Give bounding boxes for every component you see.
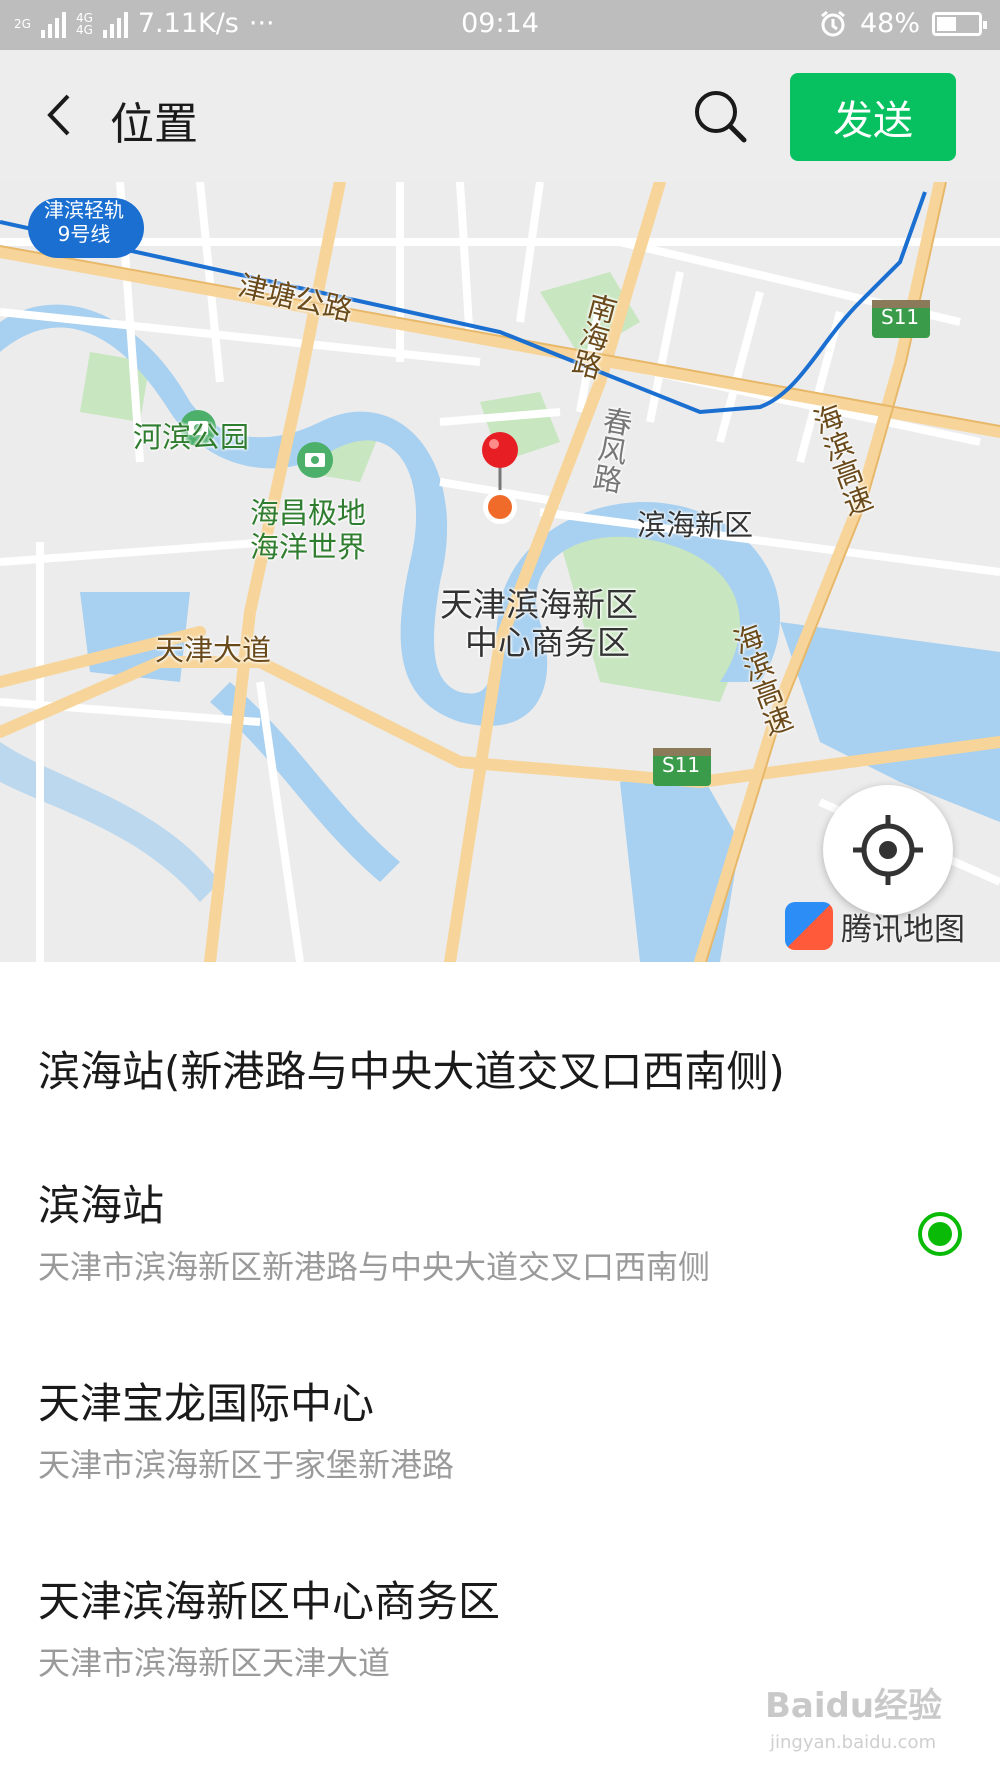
map-label-haichang-2: 海洋世界 bbox=[250, 530, 367, 564]
status-right: 48% bbox=[818, 8, 987, 39]
map-label-binhai-district: 滨海新区 bbox=[637, 508, 754, 542]
send-button[interactable]: 发送 bbox=[790, 73, 956, 161]
watermark: Baidu经验 bbox=[765, 1686, 943, 1726]
map-brand-label: 腾讯地图 bbox=[841, 911, 965, 948]
list-item[interactable]: 天津宝龙国际中心 天津市滨海新区于家堡新港路 bbox=[0, 1332, 1000, 1532]
location-name: 滨海站 bbox=[38, 1181, 165, 1230]
locate-glyph bbox=[853, 815, 923, 885]
title-bar: 位置 发送 bbox=[0, 50, 1000, 182]
location-name: 滨海站(新港路与中央大道交叉口西南侧) bbox=[38, 1047, 785, 1096]
map-brand: 腾讯地图 bbox=[785, 902, 965, 950]
map-label-s11-bottom: S11 bbox=[662, 753, 701, 777]
map-label-cbd-2: 中心商务区 bbox=[465, 623, 630, 662]
map-label-s11-top: S11 bbox=[881, 305, 920, 329]
tencent-map-logo-icon bbox=[785, 902, 833, 950]
location-address: 天津市滨海新区于家堡新港路 bbox=[38, 1446, 455, 1484]
crosshair-icon[interactable] bbox=[823, 785, 953, 915]
alarm-icon bbox=[821, 10, 845, 36]
watermark-url: jingyan.baidu.com bbox=[770, 1732, 937, 1753]
location-name: 天津滨海新区中心商务区 bbox=[38, 1577, 501, 1626]
search-icon[interactable] bbox=[690, 86, 750, 146]
battery-percent: 48% bbox=[859, 8, 920, 39]
map-label-hebin-park: 河滨公园 bbox=[133, 420, 250, 454]
status-bar: 2G 4G 4G 7.11K/s ··· 09:14 48% bbox=[0, 0, 1000, 50]
map-label-metro: 津滨轻轨 9号线 bbox=[44, 198, 124, 246]
location-address: 天津市滨海新区新港路与中央大道交叉口西南侧 bbox=[38, 1248, 711, 1286]
list-item[interactable]: 滨海站 天津市滨海新区新港路与中央大道交叉口西南侧 bbox=[0, 1132, 1000, 1332]
selected-radio-icon[interactable] bbox=[918, 1212, 962, 1256]
battery-icon bbox=[932, 11, 987, 36]
page-title: 位置 bbox=[110, 99, 198, 150]
map-label-tianjin-avenue: 天津大道 bbox=[155, 633, 272, 667]
chevron-left-icon[interactable] bbox=[36, 90, 86, 140]
list-item[interactable]: 滨海站(新港路与中央大道交叉口西南侧) bbox=[0, 962, 1000, 1132]
location-name: 天津宝龙国际中心 bbox=[38, 1379, 375, 1428]
location-address: 天津市滨海新区天津大道 bbox=[38, 1644, 391, 1682]
